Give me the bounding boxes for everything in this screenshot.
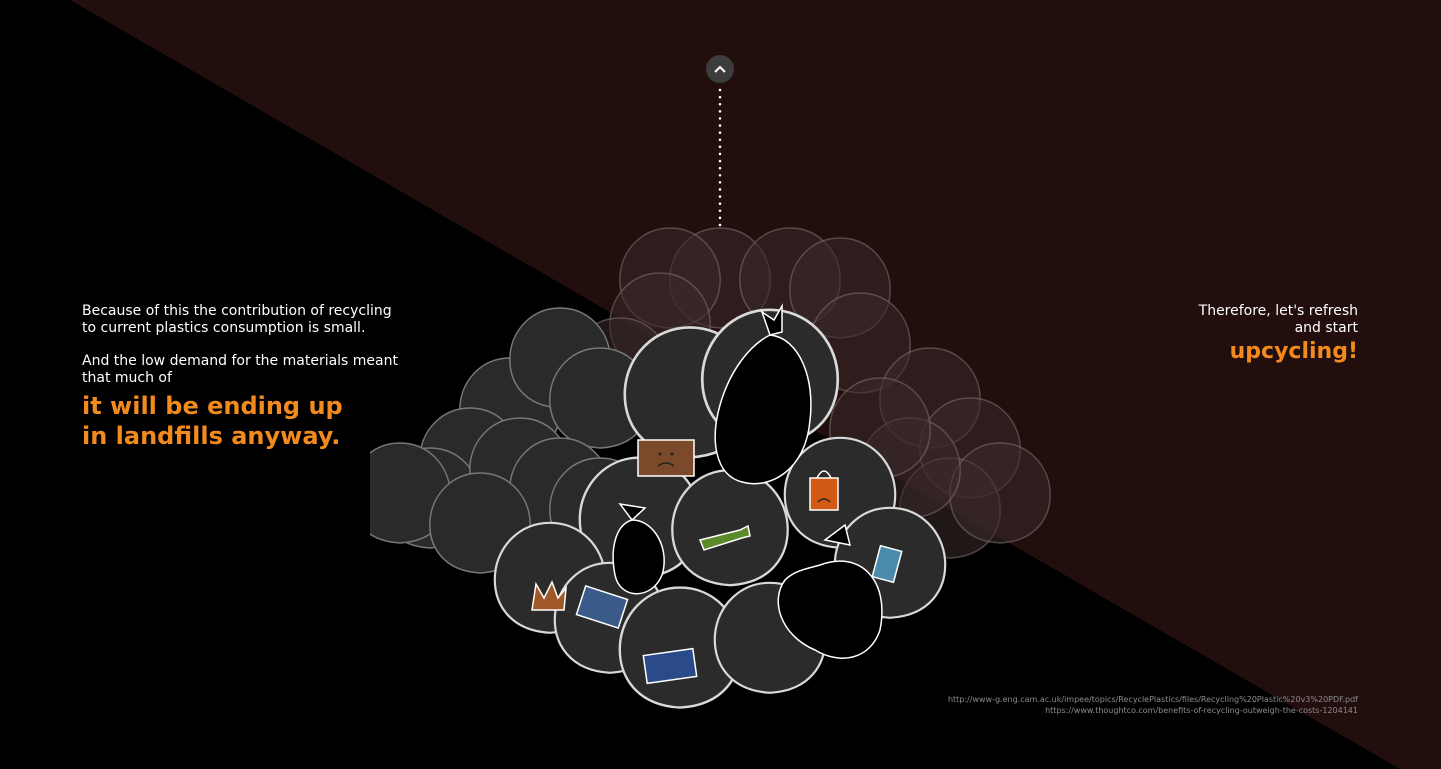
- garbage-pile-illustration: [370, 227, 1051, 709]
- sources-list: http://www-g.eng.cam.ac.uk/impee/topics/…: [758, 694, 1358, 716]
- left-highlight-line-2: in landfills anyway.: [82, 422, 341, 450]
- left-paragraph-1: Because of this the contribution of recy…: [82, 303, 392, 336]
- scroll-up-button[interactable]: [706, 55, 734, 83]
- right-copy: Therefore, let's refresh and start upcyc…: [1058, 303, 1358, 365]
- left-highlight-line-1: it will be ending up: [82, 392, 343, 420]
- right-line-2: and start: [1294, 320, 1358, 336]
- right-line-1: Therefore, let's refresh: [1198, 303, 1358, 319]
- right-highlight: upcycling!: [1229, 339, 1358, 364]
- chevron-up-icon: [714, 65, 726, 73]
- dotted-connector: [718, 88, 722, 230]
- source-link-2[interactable]: https://www.thoughtco.com/benefits-of-re…: [758, 705, 1358, 716]
- left-paragraph-2: And the low demand for the materials mea…: [82, 353, 398, 386]
- sad-box-icon: [637, 439, 695, 477]
- source-link-1[interactable]: http://www-g.eng.cam.ac.uk/impee/topics/…: [758, 694, 1358, 705]
- left-highlight: it will be ending up in landfills anyway…: [82, 391, 402, 451]
- left-copy: Because of this the contribution of recy…: [82, 303, 402, 451]
